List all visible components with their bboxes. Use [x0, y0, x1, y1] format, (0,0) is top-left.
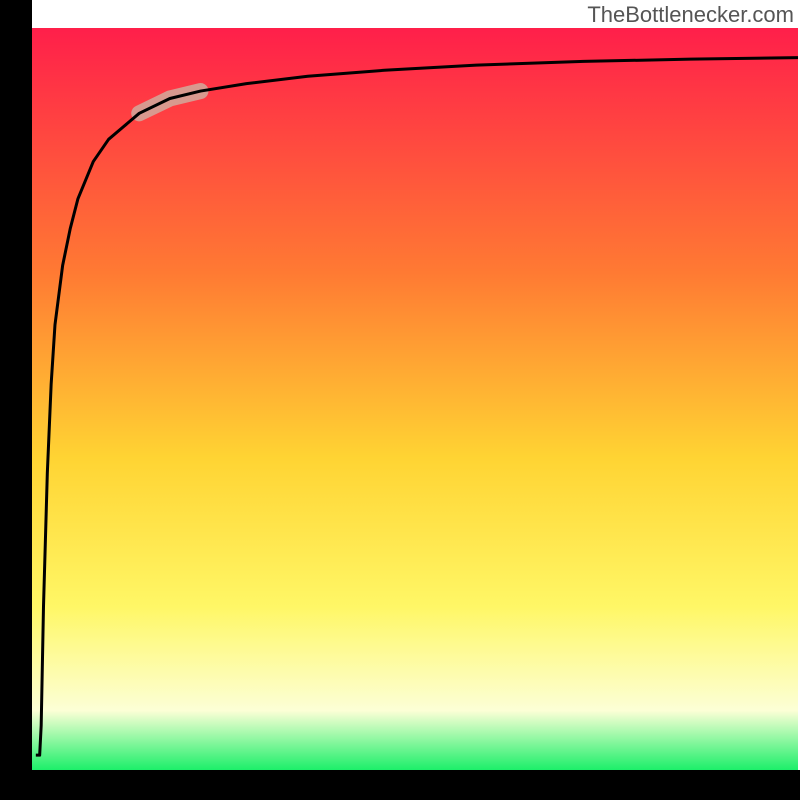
axis-bottom: [0, 770, 800, 800]
plot-background: [32, 28, 798, 770]
bottleneck-chart: [0, 0, 800, 800]
axis-left: [0, 0, 32, 800]
chart-container: TheBottlenecker.com: [0, 0, 800, 800]
watermark: TheBottlenecker.com: [587, 2, 794, 28]
